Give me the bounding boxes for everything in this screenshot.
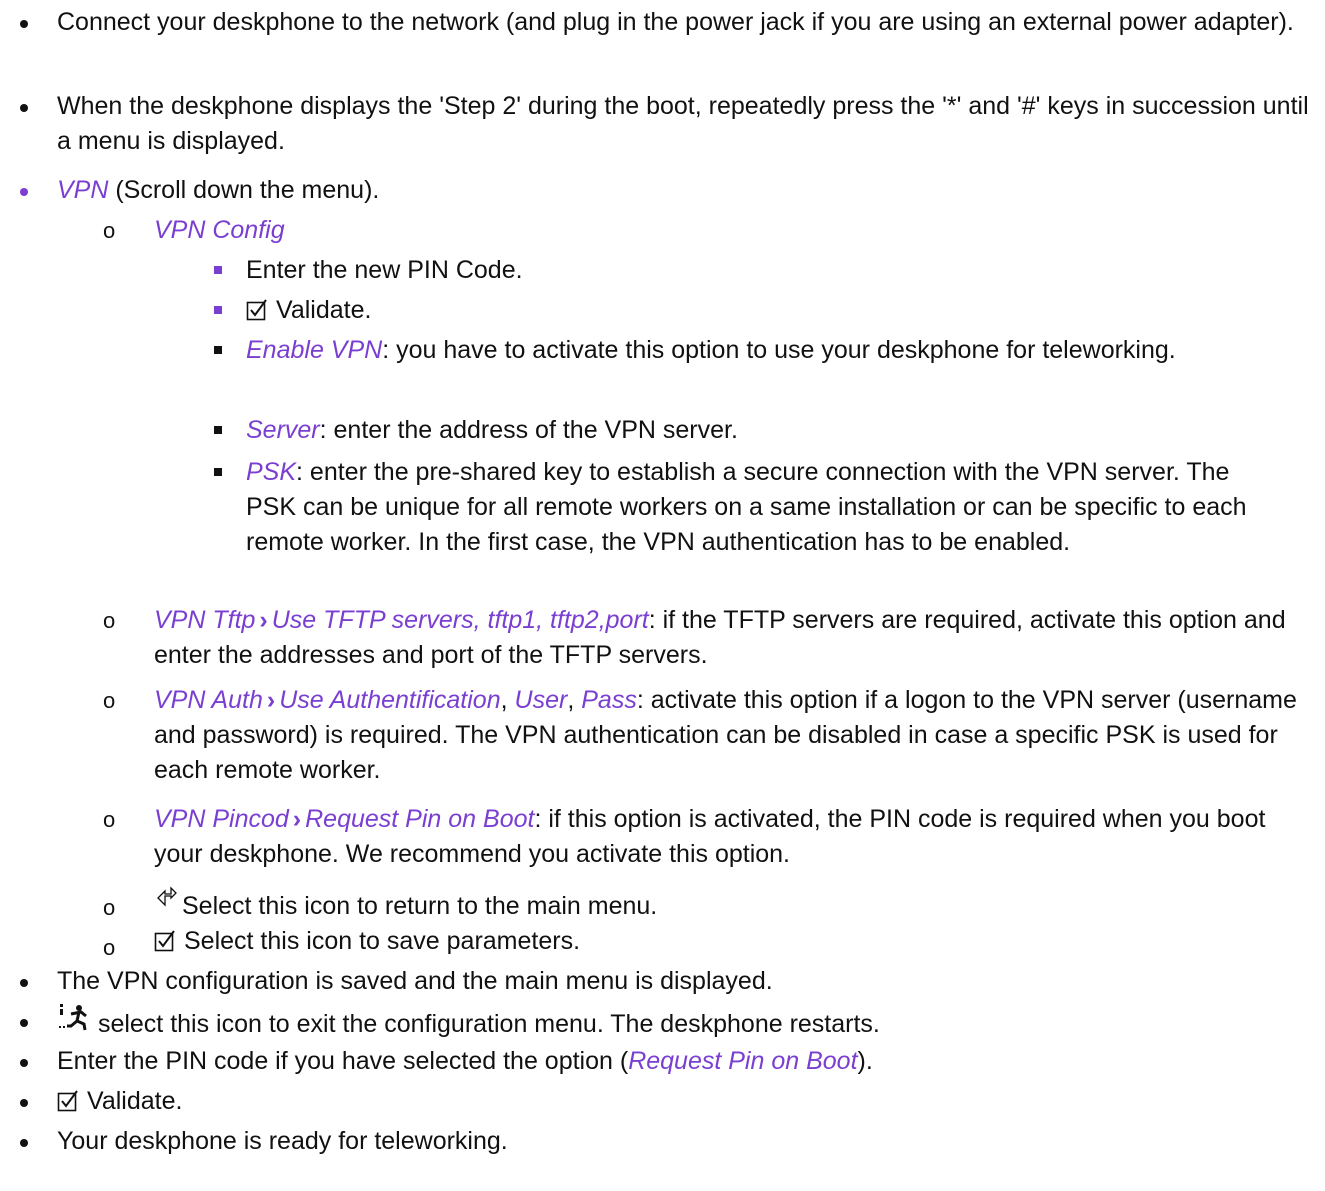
bullet-dot — [20, 1099, 28, 1107]
menu-term-request-pin: Request Pin on Boot — [628, 1047, 858, 1075]
square-bullet — [214, 468, 222, 476]
sub-item-text: VPN Config — [154, 213, 1314, 248]
bullet-dot — [20, 20, 28, 28]
checkbox-check-icon — [246, 299, 267, 321]
sub-item-text: VPN Pincod › Request Pin on Boot: if this … — [154, 802, 1314, 872]
subsub-item-rest: : enter the address of the VPN server. — [319, 416, 738, 444]
separator: , — [567, 686, 582, 714]
checkbox-check-icon — [154, 930, 175, 952]
sub-item-text: Select this icon to return to the main m… — [154, 884, 1314, 924]
square-bullet — [214, 346, 222, 354]
list-item-text: The VPN configuration is saved and the m… — [57, 967, 773, 995]
sub-item-text: Select this icon to save parameters. — [154, 924, 1314, 959]
square-bullet — [214, 306, 222, 314]
separator: , — [500, 686, 515, 714]
list-item-rest: (Scroll down the menu). — [108, 176, 380, 204]
menu-term-vpn-auth: VPN Auth — [154, 686, 263, 714]
sub-item-text: VPN Auth › Use Authentification, User, Pas… — [154, 683, 1314, 788]
menu-term-vpn: VPN — [57, 176, 109, 204]
menu-term-use-auth: Use Authentification — [279, 686, 501, 714]
list-item-text: When the deskphone displays the 'Step 2'… — [57, 92, 1309, 155]
menu-term-vpn-tftp: VPN Tftp — [154, 606, 256, 634]
bullet-dot — [20, 1019, 28, 1027]
subsub-item-rest: : enter the pre-shared key to establish … — [246, 458, 1247, 556]
validate-label: Validate. — [276, 296, 372, 324]
sub-bullet: o — [103, 807, 116, 832]
square-bullet — [214, 266, 222, 274]
chevron-right-icon: › — [266, 686, 276, 714]
chevron-right-icon: › — [292, 805, 302, 833]
chevron-right-icon: › — [259, 606, 268, 634]
list-item-text: Connect your deskphone to the network (a… — [57, 8, 1294, 36]
sub-item-text: VPN Tftp › Use TFTP servers, tftp1, tftp2,… — [154, 603, 1314, 673]
list-item-text: Your deskphone is ready for teleworking. — [57, 1127, 508, 1155]
subsub-item-rest: : you have to activate this option to us… — [382, 336, 1176, 364]
square-bullet — [214, 426, 222, 434]
bullet-dot — [20, 1139, 28, 1147]
menu-term-user: User — [514, 686, 568, 714]
sub-bullet: o — [103, 895, 116, 920]
subsub-item-text: PSK: enter the pre-shared key to establi… — [246, 455, 1286, 560]
sub-bullet: o — [103, 935, 116, 960]
list-item-text-a: Enter the PIN code if you have selected … — [57, 1047, 629, 1075]
sub-bullet: o — [103, 218, 116, 243]
menu-term-pass: Pass — [581, 686, 637, 714]
list-item-text: Enter the PIN code if you have selected … — [57, 1044, 1312, 1079]
menu-term-psk: PSK — [246, 458, 297, 486]
validate-label: Validate. — [87, 1087, 183, 1115]
save-text: Select this icon to save parameters. — [184, 927, 581, 955]
menu-term-enable-vpn: Enable VPN — [246, 336, 383, 364]
bullet-dot — [20, 979, 28, 987]
running-man-exit-icon — [59, 1004, 87, 1031]
exit-text: select this icon to exit the configurati… — [91, 1010, 880, 1038]
list-item-text: VPN (Scroll down the menu). — [57, 173, 1312, 208]
list-item-text-b: ). — [857, 1047, 873, 1075]
menu-term-vpn-config: VPN Config — [154, 216, 285, 244]
bullet-dot — [20, 188, 28, 196]
list-item-text: Validate. — [57, 1084, 1312, 1119]
sub-bullet: o — [103, 688, 116, 713]
return-text: Select this icon to return to the main m… — [182, 892, 658, 920]
bullet-dot — [20, 1059, 28, 1067]
subsub-item-text: Enable VPN: you have to activate this op… — [246, 333, 1286, 368]
sub-bullet: o — [103, 608, 116, 633]
subsub-item-text: Validate. — [246, 293, 1286, 328]
subsub-item-text: Enter the new PIN Code. — [246, 256, 523, 284]
bullet-dot — [20, 104, 28, 112]
menu-term-request-pin: Request Pin on Boot — [305, 805, 535, 833]
checkbox-check-icon — [57, 1090, 78, 1112]
menu-term-use-tftp: Use TFTP servers, tftp1, tftp2,port — [271, 606, 649, 634]
list-item-text: select this icon to exit the configurati… — [57, 1004, 1312, 1042]
menu-term-vpn-pincod: VPN Pincod — [154, 805, 289, 833]
menu-term-server: Server — [246, 416, 320, 444]
subsub-item-text: Server: enter the address of the VPN ser… — [246, 413, 1286, 448]
return-arrow-icon — [157, 886, 177, 907]
